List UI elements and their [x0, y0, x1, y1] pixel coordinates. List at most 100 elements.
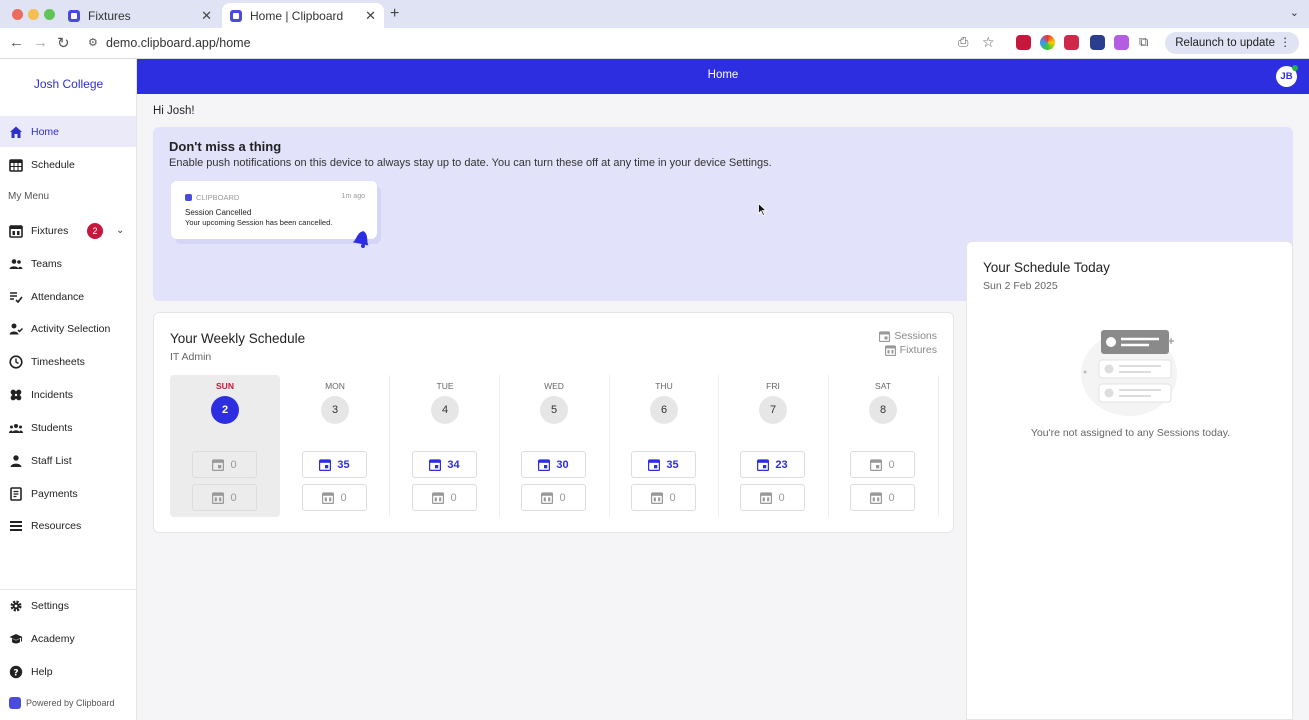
weekly-schedule-role: IT Admin — [170, 351, 212, 363]
close-tab-icon[interactable]: ✕ — [201, 8, 212, 24]
sessions-count-button[interactable]: 34 — [412, 451, 477, 478]
sidebar-item-label: Activity Selection — [31, 322, 111, 335]
sidebar-item-label: Students — [31, 421, 73, 434]
sidebar-item-settings[interactable]: Settings — [0, 590, 136, 621]
fixtures-count-button[interactable]: 0 — [631, 484, 696, 511]
gear-icon — [9, 599, 23, 613]
fixture-calendar-icon — [884, 344, 896, 356]
bookmark-star-icon[interactable]: ☆ — [982, 34, 995, 51]
extension-purple-icon[interactable] — [1114, 35, 1129, 50]
fixtures-count-button[interactable]: 0 — [412, 484, 477, 511]
install-app-icon[interactable]: ⎙ — [958, 34, 968, 50]
url-bar[interactable]: ⚙ demo.clipboard.app/home — [80, 31, 1010, 55]
fixture-calendar-icon — [322, 491, 335, 504]
day-column-mon[interactable]: MON 3 35 0 — [280, 375, 390, 517]
day-column-tue[interactable]: TUE 4 34 0 — [390, 375, 500, 517]
sessions-count: 35 — [337, 458, 350, 471]
clipboard-favicon-icon — [68, 9, 80, 22]
extensions-puzzle-icon[interactable]: ⧉ — [1139, 34, 1148, 50]
sidebar-item-label: Academy — [31, 632, 75, 645]
group-icon — [9, 421, 23, 435]
sidebar-item-teams[interactable]: Teams — [0, 248, 136, 279]
session-calendar-icon — [212, 458, 225, 471]
sidebar-item-academy[interactable]: Academy — [0, 623, 136, 654]
session-calendar-icon — [757, 458, 770, 471]
sidebar-item-attendance[interactable]: Attendance — [0, 281, 136, 312]
zoom-window-button[interactable] — [44, 9, 55, 20]
more-vert-icon[interactable]: ⋮ — [1280, 32, 1292, 54]
weekly-schedule-card: Your Weekly Schedule IT Admin Sessions F… — [153, 312, 954, 533]
fixtures-count: 0 — [669, 491, 676, 504]
day-name: MON — [325, 381, 345, 391]
person-check-icon — [9, 322, 23, 336]
weekly-schedule-title: Your Weekly Schedule — [170, 331, 306, 346]
reload-icon[interactable]: ↻ — [57, 34, 70, 52]
new-tab-button[interactable]: + — [390, 5, 399, 23]
sidebar-item-resources[interactable]: Resources — [0, 510, 136, 541]
browser-tab-home[interactable]: Home | Clipboard ✕ — [222, 3, 384, 28]
site-settings-icon[interactable]: ⚙ — [88, 36, 98, 49]
fixtures-count-button[interactable]: 0 — [850, 484, 915, 511]
day-name: THU — [655, 381, 673, 391]
url-text[interactable]: demo.clipboard.app/home — [106, 36, 251, 50]
online-status-dot — [1292, 65, 1298, 71]
browser-tab-fixtures[interactable]: Fixtures ✕ — [60, 3, 220, 28]
session-calendar-icon — [879, 330, 891, 342]
day-column-sat[interactable]: SAT 8 0 0 — [828, 375, 938, 517]
extension-red-icon[interactable] — [1016, 35, 1031, 50]
sessions-count-button[interactable]: 0 — [192, 451, 257, 478]
session-calendar-icon — [648, 458, 661, 471]
sidebar-item-payments[interactable]: Payments — [0, 478, 136, 509]
forward-arrow-icon[interactable]: → — [33, 34, 48, 51]
sidebar-item-label: Payments — [31, 487, 78, 500]
day-divider — [938, 375, 939, 517]
sidebar-item-home[interactable]: Home — [0, 116, 136, 147]
sidebar-item-label: Schedule — [31, 158, 75, 171]
notification-body: Your upcoming Session has been cancelled… — [185, 218, 333, 227]
sidebar-item-timesheets[interactable]: Timesheets — [0, 346, 136, 377]
minimize-window-button[interactable] — [28, 9, 39, 20]
legend-fixtures-label: Fixtures — [899, 344, 937, 356]
svg-text:?: ? — [13, 668, 18, 678]
fixtures-count-button[interactable]: 0 — [521, 484, 586, 511]
tab-search-chevron-icon[interactable]: ⌄ — [1290, 6, 1299, 19]
day-name: SAT — [875, 381, 891, 391]
extension-color-wheel-icon[interactable] — [1040, 35, 1055, 50]
sidebar-item-fixtures[interactable]: Fixtures 2 ⌄ — [0, 215, 136, 246]
session-calendar-icon — [319, 458, 332, 471]
back-arrow-icon[interactable]: ← — [9, 34, 24, 51]
relaunch-label: Relaunch to update — [1175, 37, 1275, 49]
close-tab-icon[interactable]: ✕ — [365, 8, 376, 24]
sidebar-item-incidents[interactable]: Incidents — [0, 379, 136, 410]
fixtures-count-button[interactable]: 0 — [740, 484, 805, 511]
close-window-button[interactable] — [12, 9, 23, 20]
chevron-down-icon[interactable]: ⌄ — [116, 225, 124, 236]
extension-mask-icon[interactable] — [1064, 35, 1079, 50]
powered-by-clipboard[interactable]: Powered by Clipboard — [9, 697, 115, 709]
day-column-sun[interactable]: SUN 2 0 0 — [170, 375, 280, 517]
sessions-count-button[interactable]: 30 — [521, 451, 586, 478]
banner-title: Don't miss a thing — [169, 139, 282, 154]
fixtures-calendar-icon — [9, 224, 23, 238]
sessions-count-button[interactable]: 23 — [740, 451, 805, 478]
day-column-fri[interactable]: FRI 7 23 0 — [718, 375, 828, 517]
day-column-wed[interactable]: WED 5 30 0 — [499, 375, 609, 517]
home-icon — [9, 125, 23, 139]
sessions-count-button[interactable]: 0 — [850, 451, 915, 478]
sidebar-item-activity-selection[interactable]: Activity Selection — [0, 313, 136, 344]
sessions-count-button[interactable]: 35 — [302, 451, 367, 478]
sidebar-item-help[interactable]: ? Help — [0, 656, 136, 687]
fixtures-count-button[interactable]: 0 — [302, 484, 367, 511]
relaunch-to-update-button[interactable]: Relaunch to update ⋮ — [1165, 32, 1299, 54]
school-name[interactable]: Josh College — [0, 77, 137, 91]
sidebar-item-staff-list[interactable]: Staff List — [0, 445, 136, 476]
empty-schedule-illustration — [1079, 326, 1183, 423]
banner-text: Enable push notifications on this device… — [169, 157, 772, 169]
sessions-count-button[interactable]: 35 — [631, 451, 696, 478]
sidebar-item-students[interactable]: Students — [0, 412, 136, 443]
sidebar-item-label: Home — [31, 125, 60, 138]
sidebar-item-schedule[interactable]: Schedule — [0, 149, 136, 180]
extension-blue-icon[interactable] — [1090, 35, 1105, 50]
day-column-thu[interactable]: THU 6 35 0 — [609, 375, 719, 517]
fixtures-count-button[interactable]: 0 — [192, 484, 257, 511]
